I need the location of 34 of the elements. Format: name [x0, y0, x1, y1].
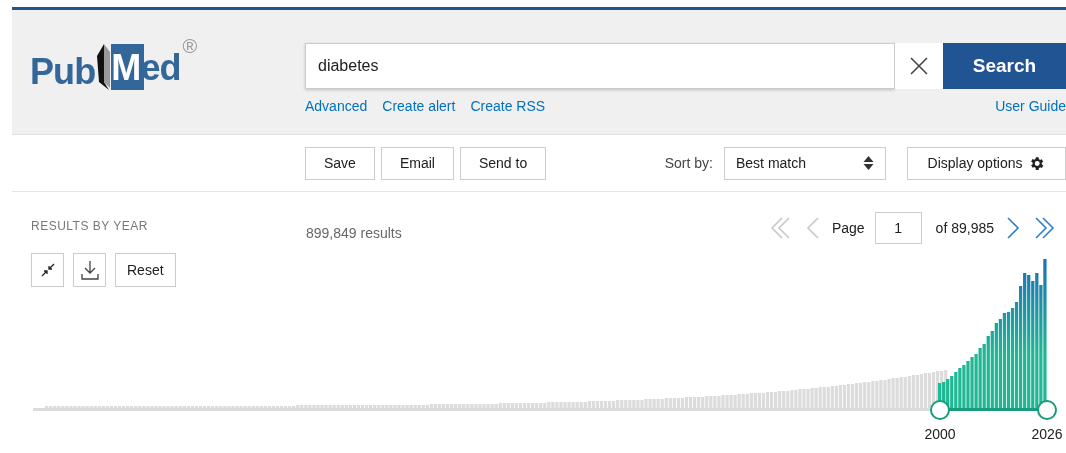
collapse-button[interactable] [31, 253, 64, 287]
sort-select[interactable]: Best match [724, 146, 886, 180]
next-page-button[interactable] [1004, 215, 1022, 241]
close-icon [910, 57, 928, 75]
registered-mark: ® [182, 36, 198, 56]
toolbar-button[interactable]: Save [305, 146, 375, 180]
toolbar-button[interactable]: Send to [459, 146, 547, 180]
header-link[interactable]: Advanced [305, 96, 368, 117]
section-heading: RESULTS BY YEAR [31, 220, 149, 232]
page-label: Page [831, 218, 865, 238]
results-count: 899,849 results [306, 224, 402, 243]
header-link[interactable]: Create alert [382, 96, 456, 117]
range-slider-handle[interactable] [930, 400, 950, 420]
reset-button[interactable]: Reset [115, 253, 176, 287]
download-button[interactable] [73, 253, 106, 287]
logo-text: Pub [30, 54, 96, 90]
search-button[interactable]: Search [943, 43, 1066, 89]
sort-arrows-icon [863, 155, 874, 171]
display-options-button[interactable]: Display options [907, 146, 1066, 180]
page-number-field[interactable]: 1 [874, 212, 922, 244]
search-field[interactable]: diabetes [305, 43, 895, 89]
page-total: of 89,985 [935, 218, 994, 238]
book-spine-icon [95, 42, 112, 92]
download-icon [80, 260, 99, 280]
settings-icon [1028, 154, 1046, 172]
header-link[interactable]: Create RSS [470, 96, 546, 117]
user-guide-link[interactable]: User Guide [995, 96, 1066, 117]
range-slider-handle[interactable] [1037, 400, 1057, 420]
range-end-label: 2026 [1031, 426, 1063, 441]
toolbar-button[interactable]: Email [380, 146, 454, 180]
collapse-icon [39, 262, 56, 278]
range-start-label: 2000 [924, 426, 956, 441]
sort-label: Sort by: [664, 153, 713, 173]
clear-search-button[interactable] [895, 43, 943, 89]
